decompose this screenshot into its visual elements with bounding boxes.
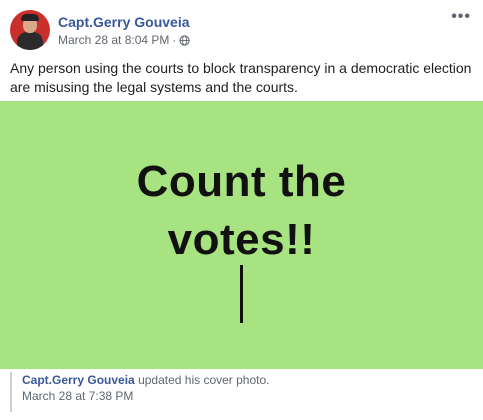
shared-author-link[interactable]: Capt.Gerry Gouveia (22, 373, 135, 387)
cover-text: Count the votes!! (0, 153, 483, 269)
avatar-body (17, 32, 43, 50)
post-header: Capt.Gerry Gouveia March 28 at 8:04 PM ·… (10, 9, 473, 52)
globe-icon[interactable] (179, 34, 191, 46)
post-timestamp[interactable]: March 28 at 8:04 PM (58, 33, 169, 47)
shared-timestamp[interactable]: March 28 at 7:38 PM (22, 388, 473, 404)
cover-text-line1: Count the (136, 157, 347, 206)
shared-post-headline: Capt.Gerry Gouveia updated his cover pho… (22, 372, 473, 388)
post-text: Any person using the courts to block tra… (10, 60, 472, 95)
more-options-icon[interactable]: ••• (451, 9, 471, 25)
shared-post-attribution: Capt.Gerry Gouveia updated his cover pho… (10, 372, 473, 412)
shared-action-text: updated his cover photo. (138, 373, 270, 387)
cover-text-line2: votes!! (167, 215, 316, 264)
post-author-link[interactable]: Capt.Gerry Gouveia (58, 14, 190, 30)
post-meta: March 28 at 8:04 PM · (58, 33, 191, 47)
avatar[interactable] (10, 10, 50, 50)
cover-photo[interactable]: Count the votes!! (0, 101, 483, 369)
text-cursor-line (240, 265, 243, 323)
meta-separator: · (172, 33, 177, 47)
avatar-cap (21, 14, 39, 21)
